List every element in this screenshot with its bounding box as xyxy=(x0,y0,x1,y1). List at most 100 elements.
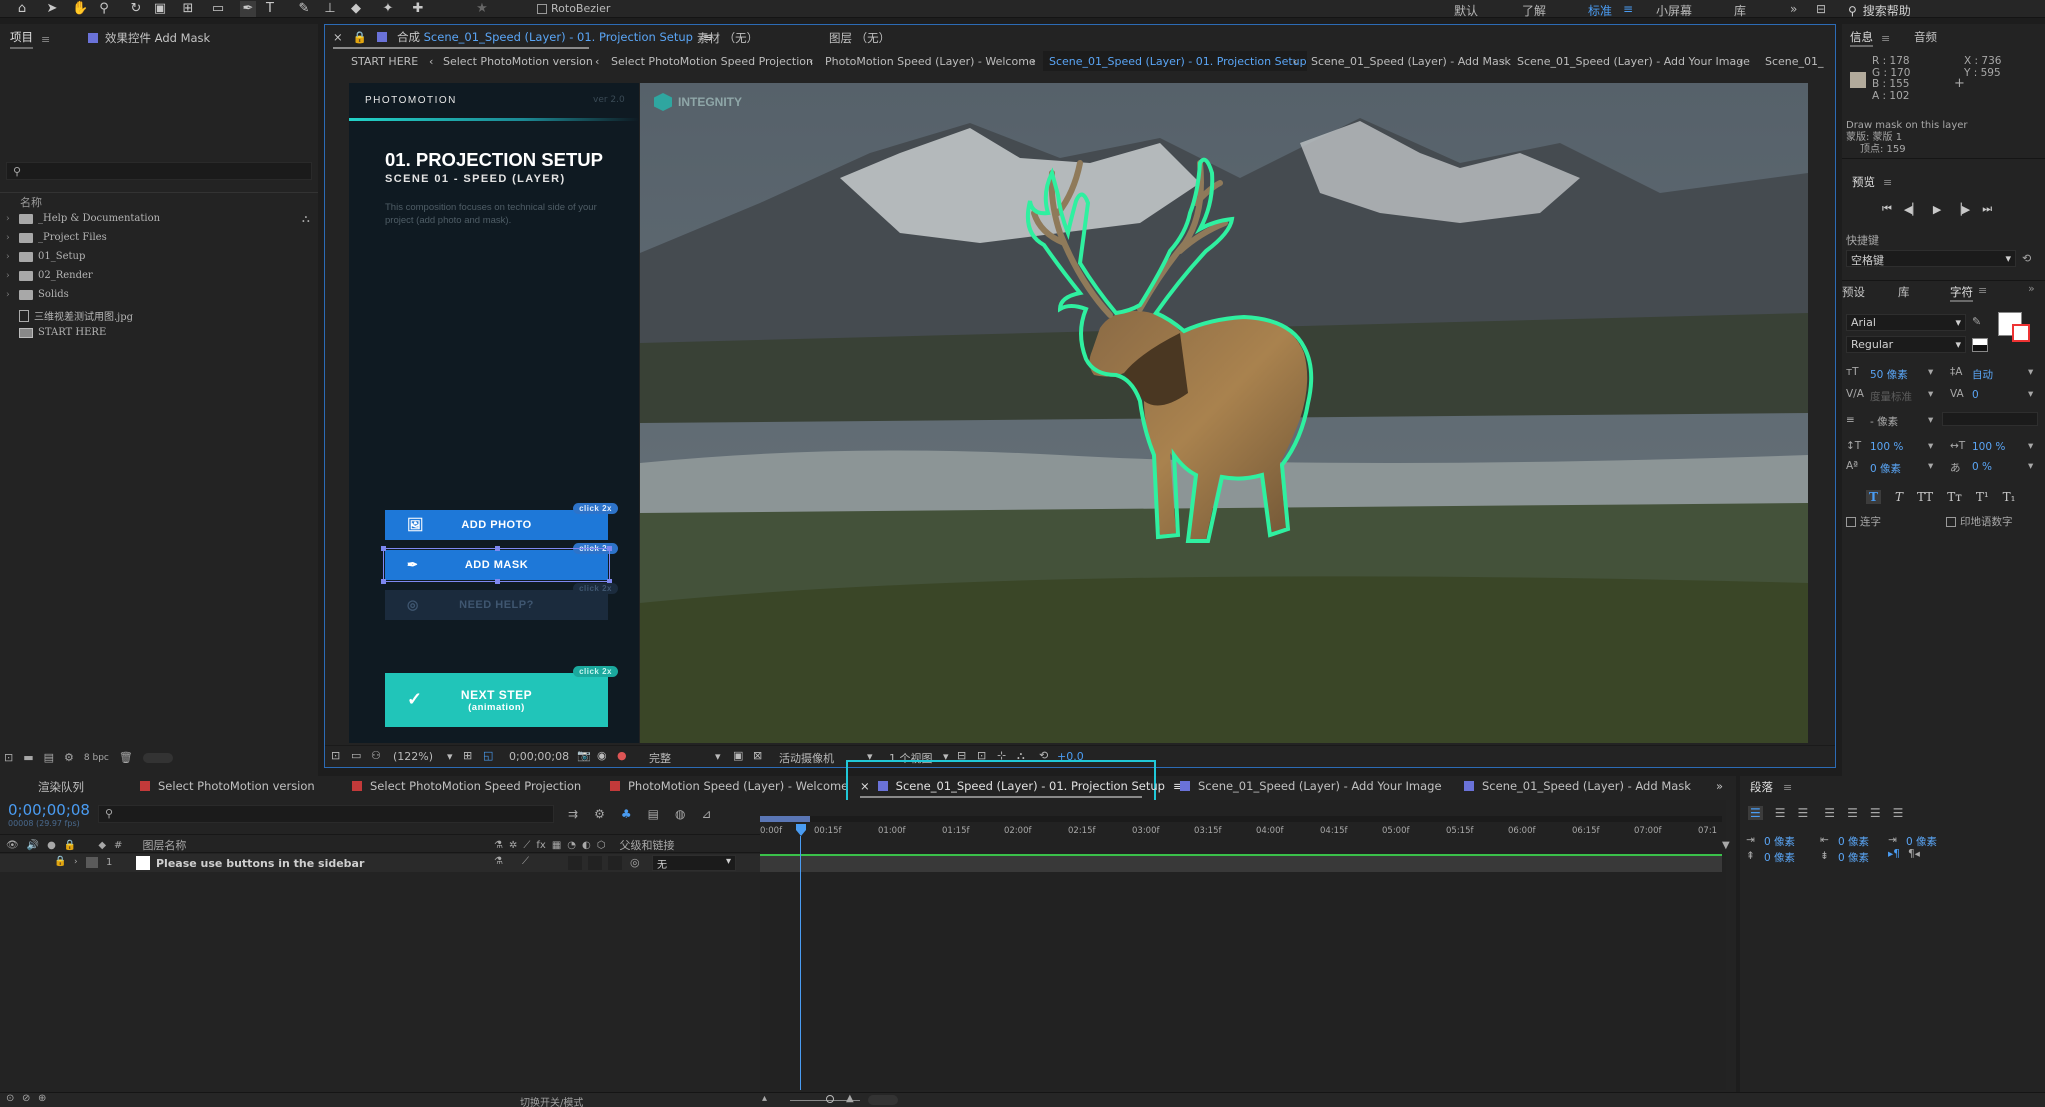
draft-3d-icon[interactable]: ⚙ xyxy=(594,807,605,821)
breadcrumb-item[interactable]: Select PhotoMotion Speed Projection xyxy=(611,55,813,68)
next-frame-icon[interactable]: ▕▶ xyxy=(1953,203,1970,216)
mask-visibility-icon[interactable]: ⚇ xyxy=(371,749,381,762)
stroke-style-dropdown[interactable] xyxy=(1942,412,2038,426)
timeline-scrollbar[interactable] xyxy=(868,1095,898,1105)
selection-tool-icon[interactable]: ➤ xyxy=(44,1,60,17)
workspace-overflow-icon[interactable]: » xyxy=(1790,2,1797,16)
puppet-tool-icon[interactable]: ✚ xyxy=(410,1,426,17)
chevron-down-icon[interactable]: ▾ xyxy=(2028,366,2033,378)
faux-bold-button[interactable]: T xyxy=(1866,490,1881,504)
zoom-in-icon[interactable]: ▲ xyxy=(846,1093,854,1104)
workspace-small-screen[interactable]: 小屏幕 xyxy=(1656,2,1692,19)
add-photo-button[interactable]: 🖼 ADD PHOTO click 2x xyxy=(385,503,618,540)
new-folder-icon[interactable]: ▬ xyxy=(23,751,33,764)
layer-duration-bar[interactable] xyxy=(760,854,1722,872)
vertical-scale-field[interactable]: 100 % xyxy=(1870,441,1903,453)
snapshot-icon[interactable]: ⊡ xyxy=(331,749,340,762)
pen-tool-icon[interactable]: ✒ xyxy=(240,1,256,17)
workspace-learn[interactable]: 了解 xyxy=(1522,2,1546,19)
indent-first-line-field[interactable]: 0 像素 xyxy=(1838,834,1869,849)
rotate-tool-icon[interactable]: ↻ xyxy=(128,1,144,17)
shy-switch-icon[interactable]: ⚗ xyxy=(494,856,503,867)
time-graph[interactable]: 0:00f 00:15f 01:00f 01:15f 02:00f 02:15f… xyxy=(760,800,1730,1090)
solo-icon[interactable]: ● xyxy=(47,840,56,851)
panel-overflow-icon[interactable]: » xyxy=(2028,282,2035,295)
list-item[interactable]: › _Project Files xyxy=(6,232,107,243)
audio-tab[interactable]: 音频 xyxy=(1914,29,1937,45)
workspace-default[interactable]: 默认 xyxy=(1454,2,1478,19)
lock-icon[interactable]: 🔒 xyxy=(54,856,66,867)
elk-photo[interactable]: INTEGNITY xyxy=(640,83,1808,743)
zoom-dropdown[interactable]: (122%) xyxy=(393,750,433,763)
indent-right-field[interactable]: 0 像素 xyxy=(1906,834,1937,849)
current-time-display[interactable]: 0;00;00;08 xyxy=(8,801,90,819)
breadcrumb-item[interactable]: Select PhotoMotion version xyxy=(443,55,593,68)
breadcrumb-item[interactable]: Scene_01_Speed (Layer) - Add Mask xyxy=(1311,55,1511,68)
delete-icon[interactable]: 🗑 xyxy=(119,751,133,764)
table-row[interactable]: 🔒 › 1 Please use buttons in the sidebar … xyxy=(0,854,760,872)
list-item[interactable]: 三维视差测试用图.jpg xyxy=(6,308,133,323)
footage-tab[interactable]: 素材 （无） xyxy=(697,30,758,46)
panel-menu-icon[interactable]: ≡ xyxy=(1978,284,1987,297)
chevron-down-icon[interactable]: ▾ xyxy=(1928,366,1933,378)
monitor-icon[interactable]: ▭ xyxy=(351,749,361,762)
preview-tab[interactable]: 预览 ≡ xyxy=(1852,174,1892,190)
effect-controls-tab[interactable]: 效果控件 Add Mask xyxy=(88,30,210,46)
list-item[interactable]: › _Help & Documentation xyxy=(6,213,160,224)
last-frame-icon[interactable]: ⏭ xyxy=(1982,202,1992,216)
clone-tool-icon[interactable]: ⊥ xyxy=(322,1,338,17)
panel-menu-icon[interactable]: ≡ xyxy=(1881,32,1890,45)
help-search[interactable]: ⚲ 搜索帮助 xyxy=(1848,2,1911,19)
character-tab[interactable]: 字符 xyxy=(1950,284,1973,302)
justify-right-button[interactable]: ☰ xyxy=(1870,806,1881,820)
audio-icon[interactable]: 🔊 xyxy=(27,840,39,851)
comp-marker-bin-icon[interactable]: ▼ xyxy=(1722,840,1730,851)
subscript-button[interactable]: T₁ xyxy=(2003,490,2016,504)
superscript-button[interactable]: T¹ xyxy=(1976,490,1989,504)
first-frame-icon[interactable]: ⏮ xyxy=(1882,202,1892,216)
type-tool-icon[interactable]: T xyxy=(262,1,278,17)
tracking-field[interactable]: 0 xyxy=(1972,389,1979,401)
zoom-out-icon[interactable]: ▴ xyxy=(762,1093,767,1104)
workspace-menu-icon[interactable]: ≡ xyxy=(1623,2,1633,16)
graph-editor-icon[interactable]: ⊿ xyxy=(701,807,711,821)
zoom-tool-icon[interactable]: ⚲ xyxy=(96,1,112,17)
reset-icon[interactable]: ⟲ xyxy=(2022,252,2031,265)
rotobezier-option[interactable]: RotoBezier xyxy=(537,2,610,15)
font-family-dropdown[interactable]: Arial ▾ xyxy=(1846,314,1966,331)
chevron-down-icon[interactable]: ▾ xyxy=(1928,460,1933,472)
new-composition-icon[interactable]: ▤ xyxy=(44,751,54,764)
brush-tool-icon[interactable]: ✎ xyxy=(296,1,312,17)
show-snapshot-icon[interactable]: ◉ xyxy=(597,749,607,762)
hand-tool-icon[interactable]: ✋ xyxy=(72,1,88,17)
all-caps-button[interactable]: TT xyxy=(1917,490,1933,504)
chevron-down-icon[interactable]: ▾ xyxy=(1928,414,1933,426)
chevron-down-icon[interactable]: ▾ xyxy=(1928,388,1933,400)
interpret-footage-icon[interactable]: ⊡ xyxy=(4,751,13,764)
motion-blur-switch-icon[interactable]: ◔ xyxy=(567,840,576,851)
label-color-swatch[interactable] xyxy=(86,857,98,868)
justify-left-button[interactable]: ☰ xyxy=(1824,806,1835,820)
close-icon[interactable]: × xyxy=(860,779,870,793)
space-before-field[interactable]: 0 像素 xyxy=(1764,850,1795,865)
chevron-down-icon[interactable]: ▾ xyxy=(2028,460,2033,472)
play-icon[interactable]: ▶ xyxy=(1933,203,1941,216)
bit-depth-label[interactable]: 8 bpc xyxy=(84,753,109,763)
home-icon[interactable]: ⌂ xyxy=(14,1,30,17)
time-ruler[interactable]: 0:00f 00:15f 01:00f 01:15f 02:00f 02:15f… xyxy=(760,822,1722,844)
chevron-down-icon[interactable]: ▾ xyxy=(715,750,721,763)
toggle-transparency-icon[interactable]: ⊠ xyxy=(753,749,762,762)
libraries-tab[interactable]: 库 xyxy=(1898,284,1910,300)
composition-flowchart-icon[interactable]: ⇉ xyxy=(568,807,578,821)
sync-settings-icon[interactable]: ⊟ xyxy=(1816,2,1826,16)
rectangle-tool-icon[interactable]: ▭ xyxy=(210,1,226,17)
align-center-button[interactable]: ☰ xyxy=(1775,806,1786,820)
thumbnail-slider[interactable] xyxy=(142,752,173,763)
adjustment-switch-icon[interactable]: ◐ xyxy=(582,840,591,851)
parent-dropdown[interactable]: 无 ▾ xyxy=(652,855,736,871)
toggle-switches-modes-button[interactable]: 切换开关/模式 xyxy=(520,1094,583,1107)
fast-previews-icon[interactable]: ▣ xyxy=(733,749,743,762)
timeline-tab[interactable]: PhotoMotion Speed (Layer) - Welcome xyxy=(610,779,848,793)
lock-icon[interactable]: 🔒 xyxy=(353,30,367,44)
align-right-button[interactable]: ☰ xyxy=(1798,806,1809,820)
